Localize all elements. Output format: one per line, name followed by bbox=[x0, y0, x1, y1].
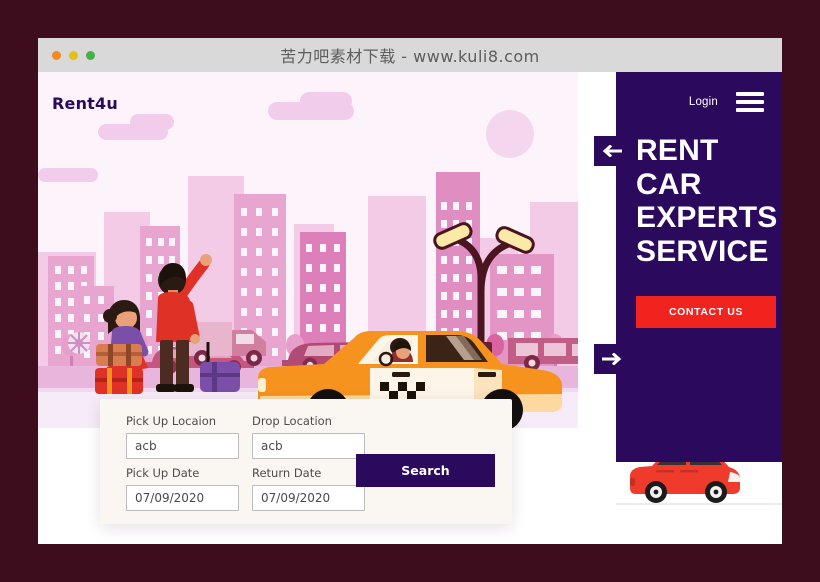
hamburger-menu-icon[interactable] bbox=[736, 92, 764, 112]
drop-location-input[interactable] bbox=[252, 433, 365, 459]
web-page: Login RENT CAR EXPERTS SERVICE CONTACT U… bbox=[38, 72, 782, 544]
contact-us-button[interactable]: CONTACT US bbox=[636, 296, 776, 329]
search-booking-form: Pick Up Locaion Drop Location Pick Up Da… bbox=[100, 399, 512, 524]
cloud-shape bbox=[130, 114, 174, 130]
search-button[interactable]: Search bbox=[356, 454, 495, 487]
window-title: 苦力吧素材下载 - www.kuli8.com bbox=[280, 47, 540, 66]
carousel-next-button[interactable] bbox=[594, 344, 630, 374]
pickup-location-field-group: Pick Up Locaion bbox=[126, 414, 239, 459]
pickup-date-field-group: Pick Up Date bbox=[126, 466, 239, 511]
luggage-suitcases bbox=[95, 344, 143, 394]
top-navigation: Login bbox=[616, 72, 782, 112]
arrow-left-icon bbox=[602, 145, 622, 157]
sun-icon bbox=[486, 110, 534, 158]
rolling-suitcase bbox=[200, 342, 240, 392]
hero-illustration bbox=[38, 72, 578, 452]
return-date-input[interactable] bbox=[252, 485, 365, 511]
arrow-right-icon bbox=[602, 353, 622, 365]
cloud-shape bbox=[38, 168, 98, 182]
pickup-date-input[interactable] bbox=[126, 485, 239, 511]
browser-window: 苦力吧素材下载 - www.kuli8.com Login RENT CAR E… bbox=[38, 38, 782, 544]
pickup-date-label: Pick Up Date bbox=[126, 466, 200, 480]
carousel-prev-button[interactable] bbox=[594, 136, 630, 166]
return-date-field-group: Return Date bbox=[252, 466, 365, 511]
red-car-illustration bbox=[630, 462, 740, 503]
return-date-label: Return Date bbox=[252, 466, 322, 480]
hero-heading: RENT CAR EXPERTS SERVICE bbox=[636, 134, 782, 268]
pickup-location-input[interactable] bbox=[126, 433, 239, 459]
cloud-shape bbox=[300, 92, 352, 110]
hero-heading-line-2: EXPERTS bbox=[636, 201, 778, 235]
drop-location-label: Drop Location bbox=[252, 414, 332, 428]
browser-title-bar: 苦力吧素材下载 - www.kuli8.com bbox=[38, 38, 782, 72]
decorative-wheel-icon bbox=[68, 332, 90, 354]
pickup-location-label: Pick Up Locaion bbox=[126, 414, 217, 428]
hero-heading-line-3: SERVICE bbox=[636, 234, 769, 268]
hero-heading-line-1: RENT CAR bbox=[636, 134, 719, 201]
hero-panel: Login RENT CAR EXPERTS SERVICE CONTACT U… bbox=[594, 72, 782, 462]
site-logo[interactable]: Rent4u bbox=[52, 94, 118, 113]
login-link[interactable]: Login bbox=[689, 96, 718, 108]
drop-location-field-group: Drop Location bbox=[252, 414, 365, 459]
red-car-scene bbox=[616, 462, 782, 517]
